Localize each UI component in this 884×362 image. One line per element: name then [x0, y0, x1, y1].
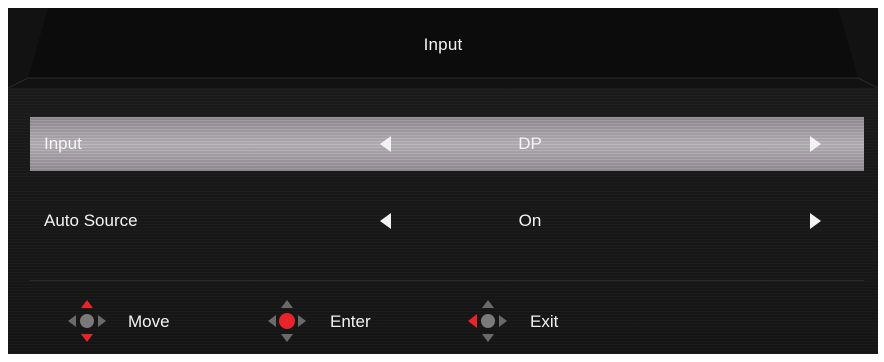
- page-title: Input: [423, 35, 463, 54]
- menu-item-value: On: [518, 211, 542, 230]
- footer-exit-label: Exit: [530, 312, 559, 331]
- footer-move-label: Move: [128, 312, 170, 331]
- right-arrow-icon[interactable]: [810, 136, 821, 152]
- left-arrow-icon[interactable]: [380, 213, 391, 229]
- dpad-exit-icon: [468, 300, 507, 342]
- right-arrow-icon[interactable]: [810, 213, 821, 229]
- menu-item-label: Input: [44, 134, 82, 153]
- menu-item-label: Auto Source: [44, 211, 138, 230]
- menu-item-value: DP: [518, 134, 542, 153]
- dpad-enter-icon: [268, 300, 306, 342]
- dpad-move-icon: [68, 300, 106, 342]
- menu-item-input[interactable]: Input DP: [30, 117, 864, 171]
- footer-divider: [30, 280, 864, 281]
- footer-enter-label: Enter: [330, 312, 371, 331]
- osd-menu-panel: Input Input DP Auto Source On Move Enter…: [8, 8, 878, 354]
- left-arrow-icon[interactable]: [380, 136, 391, 152]
- menu-item-auto-source[interactable]: Auto Source On: [30, 194, 864, 248]
- osd-header: Input: [8, 8, 878, 88]
